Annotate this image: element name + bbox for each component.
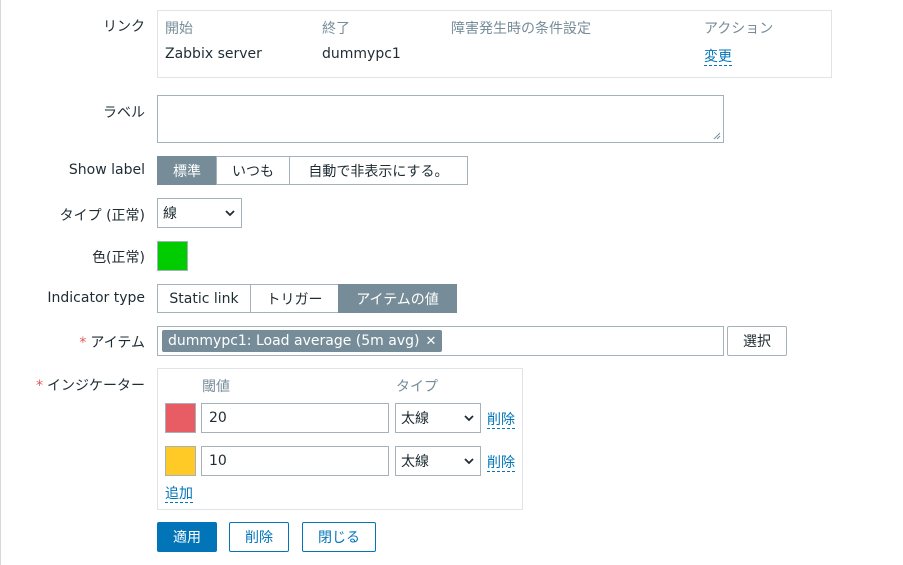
item-chip-label: dummypc1: Load average (5m avg) xyxy=(168,333,420,349)
link-from: Zabbix server xyxy=(165,46,262,62)
link-header-action: アクション xyxy=(704,21,774,37)
color-ok-swatch[interactable] xyxy=(157,241,188,271)
link-header-from: 開始 xyxy=(165,21,193,37)
link-header-condition: 障害発生時の条件設定 xyxy=(451,21,591,37)
indicator-type-select[interactable]: 太線 xyxy=(395,403,481,433)
indicator-type-segmented: Static link トリガー アイテムの値 xyxy=(157,284,457,313)
item-chip: dummypc1: Load average (5m avg) ✕ xyxy=(162,330,443,352)
link-to: dummypc1 xyxy=(322,46,401,62)
apply-button[interactable]: 適用 xyxy=(157,522,217,552)
indicator-type-static-link[interactable]: Static link xyxy=(157,284,251,313)
link-table: 開始 終了 障害発生時の条件設定 アクション Zabbix server dum… xyxy=(157,10,832,78)
indicator-type-trigger[interactable]: トリガー xyxy=(250,284,339,313)
indicator-add-link[interactable]: 追加 xyxy=(165,486,193,503)
indicator-threshold-input[interactable]: 10 xyxy=(201,446,389,476)
close-icon[interactable]: ✕ xyxy=(425,334,436,349)
indicator-type-value: 太線 xyxy=(401,454,429,470)
indicator-type-select[interactable]: 太線 xyxy=(395,446,481,476)
indicators-header-type: タイプ xyxy=(396,379,438,395)
close-button[interactable]: 閉じる xyxy=(302,522,376,552)
link-label: リンク xyxy=(103,19,145,35)
color-ok-label: 色(正常) xyxy=(92,250,145,266)
show-label-option-auto-hide[interactable]: 自動で非表示にする。 xyxy=(289,156,468,185)
item-select-button[interactable]: 選択 xyxy=(727,326,787,356)
indicators-table: 閾値 タイプ 20 太線 削除 10 太線 削除 追加 xyxy=(157,368,523,510)
type-ok-label: タイプ (正常) xyxy=(59,208,145,224)
indicator-type-value: 太線 xyxy=(401,411,429,427)
show-label-label: Show label xyxy=(68,162,145,178)
indicators-header-threshold: 閾値 xyxy=(202,379,230,395)
indicator-color-swatch[interactable] xyxy=(165,403,196,433)
type-ok-value: 線 xyxy=(163,206,177,222)
chevron-down-icon xyxy=(464,458,474,465)
indicators-label: * インジケーター xyxy=(36,378,145,394)
label-textarea[interactable] xyxy=(157,95,724,143)
type-ok-select[interactable]: 線 xyxy=(157,198,242,228)
indicator-remove-link[interactable]: 削除 xyxy=(487,455,515,472)
indicator-type-item-value[interactable]: アイテムの値 xyxy=(338,284,457,313)
item-multiselect[interactable]: dummypc1: Load average (5m avg) ✕ xyxy=(157,326,724,356)
indicator-color-swatch[interactable] xyxy=(165,446,196,476)
remove-button[interactable]: 削除 xyxy=(229,522,289,552)
required-mark: * xyxy=(79,335,87,351)
indicator-remove-link[interactable]: 削除 xyxy=(487,412,515,429)
resize-grip-icon[interactable] xyxy=(713,132,721,140)
item-label: * アイテム xyxy=(79,335,145,351)
required-mark: * xyxy=(36,378,43,394)
indicator-threshold-input[interactable]: 20 xyxy=(201,403,389,433)
show-label-segmented: 標準 いつも 自動で非表示にする。 xyxy=(157,156,468,185)
show-label-option-always[interactable]: いつも xyxy=(216,156,290,185)
link-change-link[interactable]: 変更 xyxy=(704,49,732,66)
indicator-type-label: Indicator type xyxy=(47,290,145,306)
left-border xyxy=(0,0,1,565)
show-label-option-default[interactable]: 標準 xyxy=(157,156,217,185)
link-header-to: 終了 xyxy=(322,21,350,37)
label-field-label: ラベル xyxy=(103,105,145,121)
chevron-down-icon xyxy=(464,415,474,422)
chevron-down-icon xyxy=(225,210,235,217)
